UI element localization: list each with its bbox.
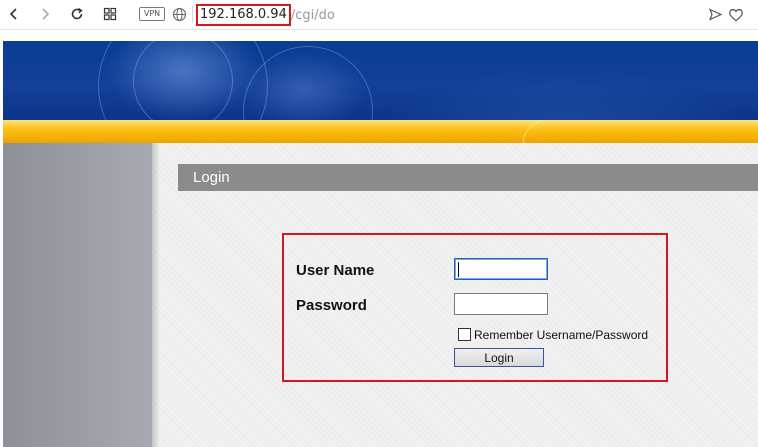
reload-icon[interactable] — [66, 3, 88, 25]
text-cursor — [458, 262, 459, 277]
address-divider — [192, 6, 193, 23]
heart-icon[interactable] — [725, 3, 747, 25]
url-path[interactable]: /cgi/do — [291, 8, 335, 23]
forward-icon[interactable] — [34, 3, 56, 25]
header-stripe — [3, 120, 758, 143]
password-input[interactable] — [454, 293, 548, 315]
section-title-bar — [178, 164, 758, 191]
tabs-grid-icon[interactable] — [99, 3, 121, 25]
username-input[interactable] — [454, 258, 548, 280]
remember-checkbox[interactable] — [458, 328, 471, 341]
globe-icon[interactable] — [168, 3, 190, 25]
send-icon[interactable] — [704, 3, 726, 25]
remember-label[interactable]: Remember Username/Password — [474, 328, 648, 342]
section-title: Login — [193, 169, 230, 186]
login-button[interactable]: Login — [454, 348, 544, 367]
banner-decoration — [133, 41, 233, 120]
address-bar[interactable]: 192.168.0.94 /cgi/do — [196, 4, 335, 26]
stripe-decoration — [523, 120, 758, 143]
username-label: User Name — [296, 262, 375, 279]
vpn-badge[interactable]: VPN — [139, 7, 165, 21]
browser-toolbar: VPN 192.168.0.94 /cgi/do — [0, 0, 758, 30]
password-label: Password — [296, 297, 367, 314]
back-icon[interactable] — [3, 3, 25, 25]
url-host[interactable]: 192.168.0.94 — [196, 4, 291, 26]
sidebar — [3, 143, 152, 447]
header-banner — [3, 41, 758, 120]
